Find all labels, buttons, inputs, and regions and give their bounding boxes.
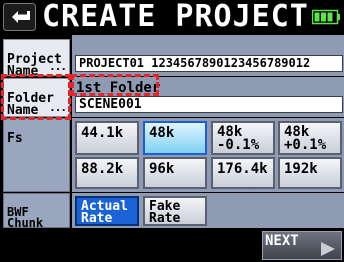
fs-176-4k-label: 176.4k: [217, 161, 268, 177]
fs-label-text: Fs: [7, 131, 23, 146]
fs-48k-minus-label: 48k -0.1%: [217, 124, 260, 153]
fs-176-4k-button[interactable]: 176.4k: [211, 157, 275, 189]
fs-48k-label: 48k: [149, 125, 175, 141]
return-arrow-icon[interactable]: [3, 3, 36, 31]
title-bar: CREATE PROJECT: [0, 0, 344, 34]
fs-48k-button[interactable]: 48k: [143, 121, 207, 155]
right-arrow-icon: [321, 242, 335, 256]
fs-48k-minus-button[interactable]: 48k -0.1%: [211, 121, 275, 155]
fs-label: Fs: [3, 118, 70, 192]
create-project-screen: CREATE PROJECT Project Name ... PROJECT0…: [0, 0, 344, 262]
project-name-label: Project Name ...: [3, 39, 70, 78]
folder-name-ellipsis: ...: [49, 101, 67, 114]
project-name-value: PROJECT01 1234567890123456789012: [79, 56, 311, 70]
folder-name-value: SCENE001: [79, 97, 142, 112]
battery-full-icon: [312, 9, 340, 25]
fake-rate-label: Fake Rate: [149, 199, 181, 226]
fake-rate-button[interactable]: Fake Rate: [143, 196, 207, 226]
fs-88-2k-label: 88.2k: [81, 161, 124, 177]
folder-row-label: 1st Folder: [76, 80, 161, 96]
fs-192k-label: 192k: [284, 161, 318, 177]
fs-48k-plus-button[interactable]: 48k +0.1%: [278, 121, 342, 155]
fs-44-1k-label: 44.1k: [81, 125, 124, 141]
page-title: CREATE PROJECT: [42, 0, 309, 34]
fs-88-2k-button[interactable]: 88.2k: [75, 157, 139, 189]
actual-rate-button[interactable]: Actual Rate: [75, 196, 139, 226]
fs-44-1k-button[interactable]: 44.1k: [75, 121, 139, 155]
actual-rate-label: Actual Rate: [81, 199, 128, 226]
project-name-ellipsis: ...: [49, 60, 67, 73]
fs-48k-plus-label: 48k +0.1%: [284, 124, 327, 153]
fs-96k-button[interactable]: 96k: [143, 157, 207, 189]
fs-96k-label: 96k: [149, 161, 175, 177]
next-label: NEXT: [265, 233, 299, 249]
next-button[interactable]: NEXT: [262, 231, 342, 260]
project-name-field[interactable]: PROJECT01 1234567890123456789012: [75, 55, 343, 72]
folder-name-field[interactable]: SCENE001: [75, 96, 343, 113]
folder-name-label-text: Folder Name: [7, 91, 54, 118]
bwf-chunk-fs-label: BWF Chunk Fs: [3, 193, 70, 240]
fs-192k-button[interactable]: 192k: [278, 157, 342, 189]
folder-name-label[interactable]: Folder Name ...: [3, 78, 70, 117]
